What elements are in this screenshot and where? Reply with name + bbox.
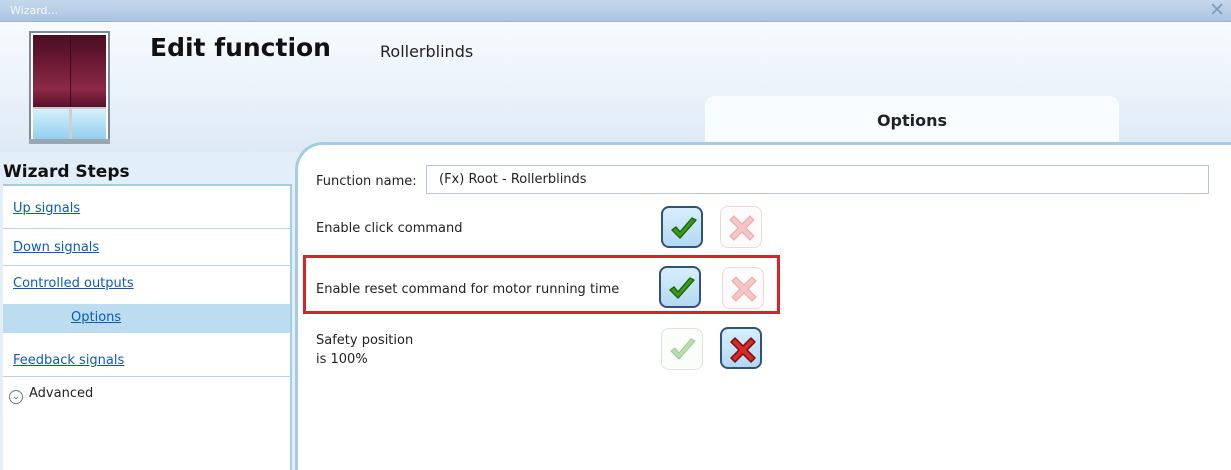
cross-icon — [730, 337, 756, 363]
function-name-label: Function name: — [316, 174, 417, 189]
safety-position-no-button[interactable] — [720, 327, 762, 369]
title-bar: Wizard... ✕ — [0, 0, 1231, 22]
checkmark-icon — [671, 217, 697, 239]
step-controlled-outputs[interactable]: Controlled outputs — [13, 276, 134, 291]
page-title: Edit function — [150, 33, 331, 62]
enable-reset-command-no-button[interactable] — [722, 267, 764, 309]
checkmark-icon — [669, 277, 695, 299]
step-up-signals[interactable]: Up signals — [13, 201, 80, 216]
enable-reset-command-yes-button[interactable] — [659, 266, 701, 308]
tab-options[interactable]: Options — [705, 96, 1119, 142]
cross-icon — [731, 276, 757, 302]
window-title: Wizard... — [10, 4, 59, 17]
enable-reset-command-label: Enable reset command for motor running t… — [316, 282, 620, 297]
checkmark-icon — [670, 338, 696, 360]
chevron-down-icon: ⌄ — [9, 390, 23, 404]
advanced-label: Advanced — [29, 386, 94, 401]
wizard-steps-title: Wizard Steps — [3, 162, 130, 182]
safety-position-label: Safety position is 100% — [316, 331, 413, 369]
enable-click-command-yes-button[interactable] — [661, 206, 703, 248]
enable-click-command-label: Enable click command — [316, 221, 463, 236]
safety-position-label-line2: is 100% — [316, 352, 368, 367]
step-options[interactable]: Options — [3, 304, 290, 333]
wizard-steps-panel: Up signals Down signals Controlled outpu… — [3, 184, 292, 470]
close-icon[interactable]: ✕ — [1209, 0, 1225, 21]
safety-position-yes-button[interactable] — [661, 328, 703, 370]
rollerblind-window-icon — [29, 31, 110, 144]
step-divider — [3, 376, 290, 377]
safety-position-label-line1: Safety position — [316, 333, 414, 348]
enable-click-command-no-button[interactable] — [720, 206, 762, 248]
step-divider — [3, 265, 290, 266]
function-type-label: Rollerblinds — [380, 42, 474, 61]
step-options-label: Options — [71, 310, 122, 325]
function-name-input[interactable] — [426, 165, 1209, 194]
tab-options-label: Options — [876, 111, 948, 130]
cross-icon — [729, 215, 755, 241]
advanced-toggle[interactable]: ⌄ Advanced — [9, 386, 93, 404]
step-down-signals[interactable]: Down signals — [13, 240, 99, 255]
step-divider — [3, 228, 290, 229]
step-feedback-signals[interactable]: Feedback signals — [13, 353, 124, 368]
